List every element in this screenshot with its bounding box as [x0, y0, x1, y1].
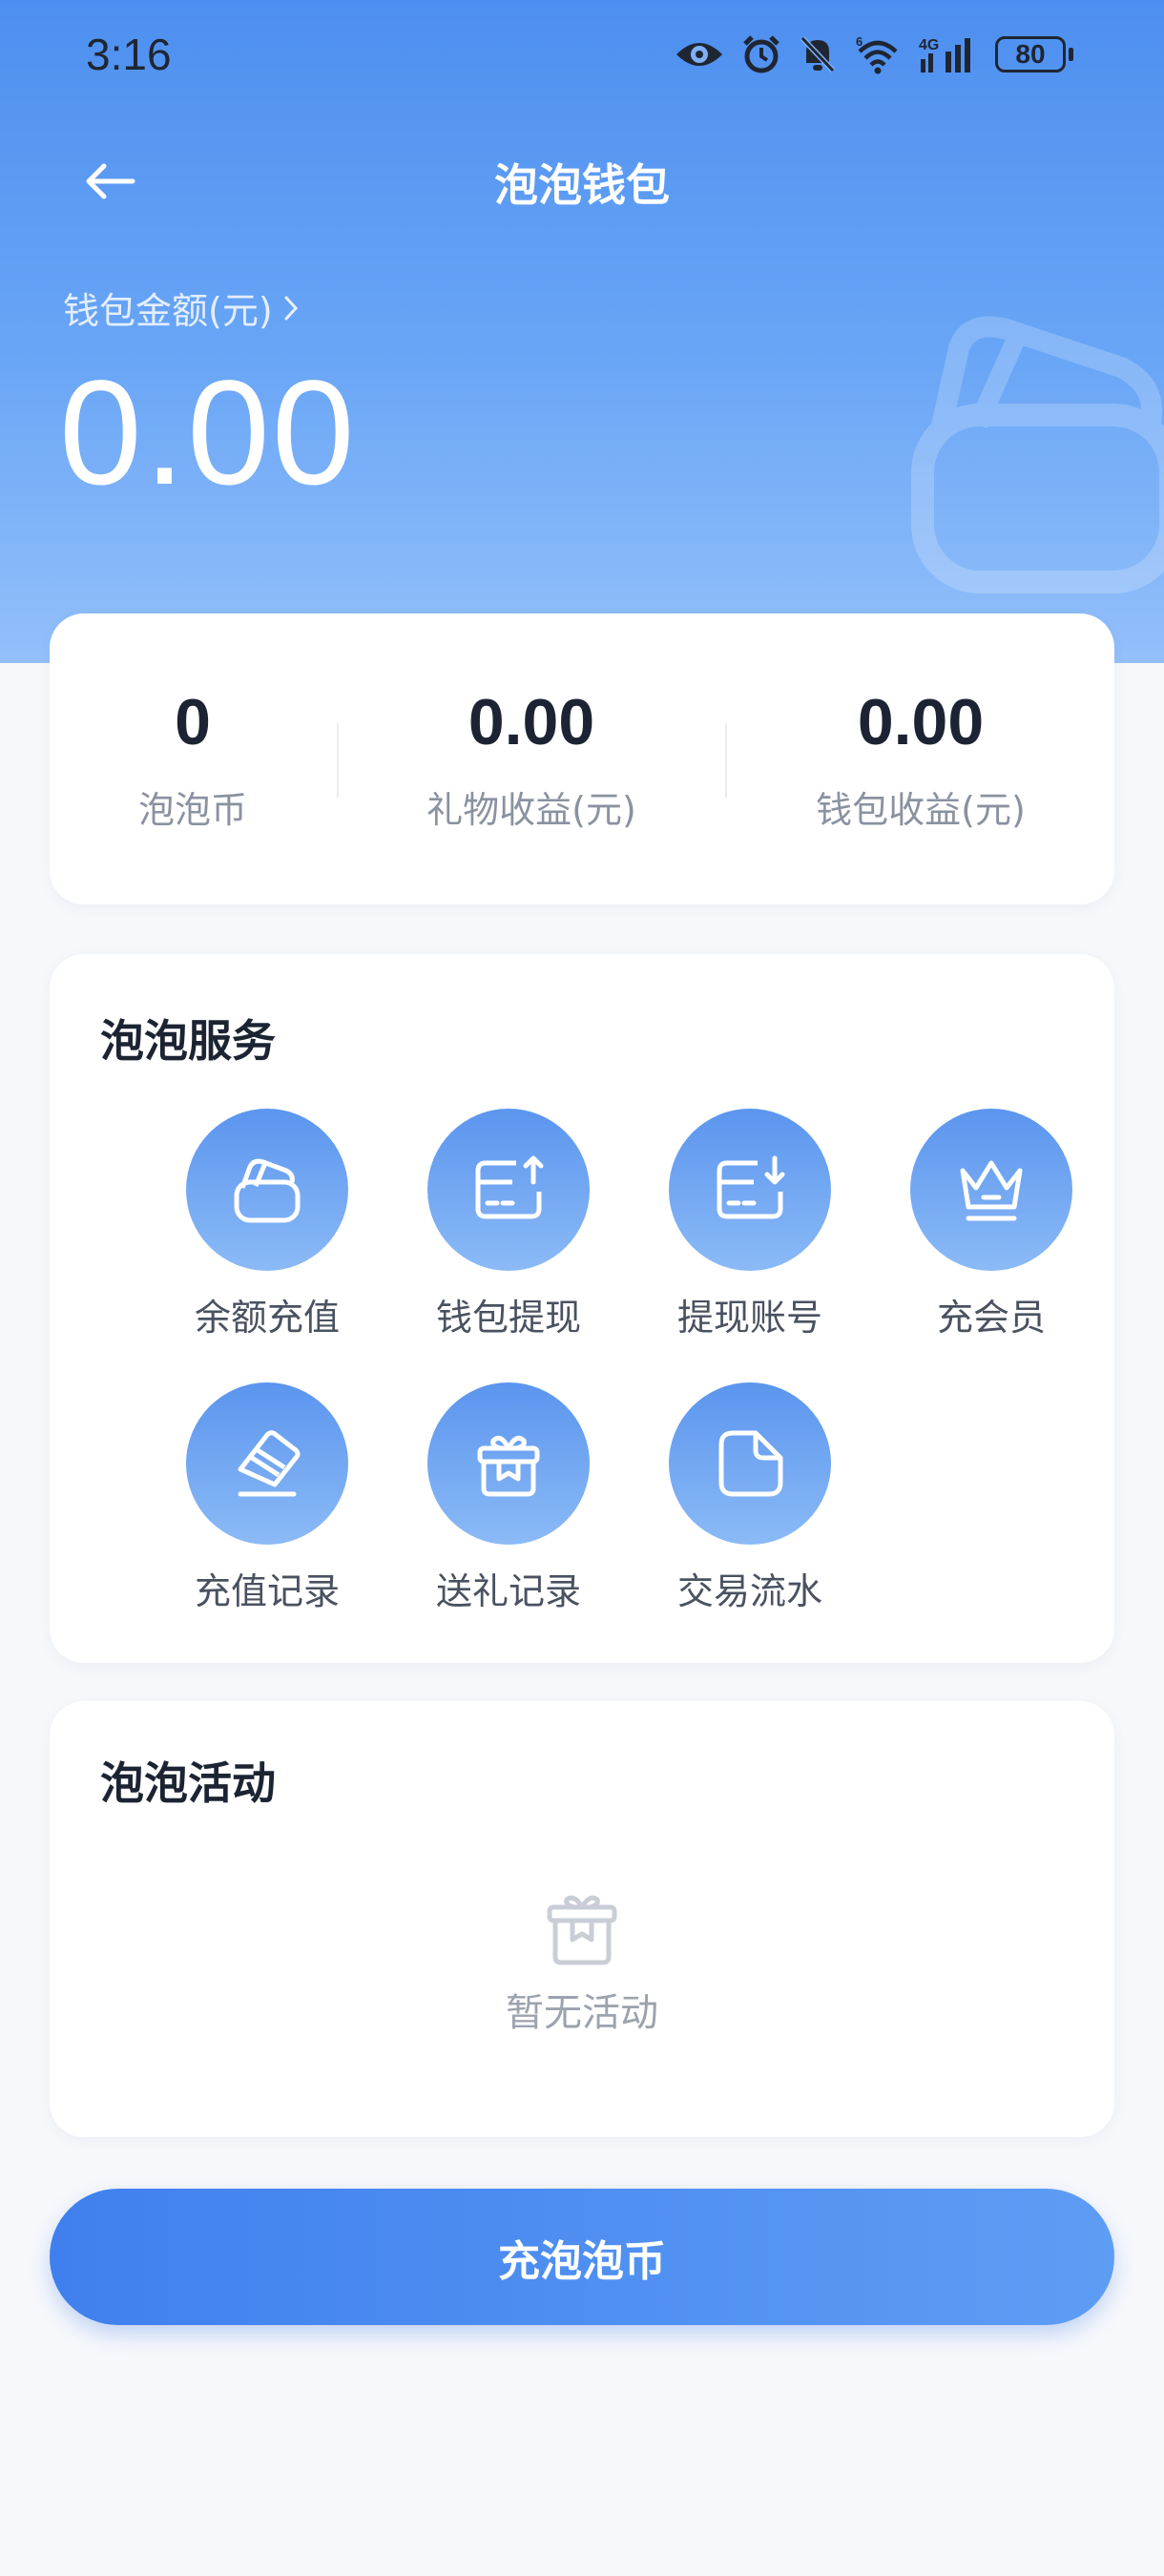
activities-title: 泡泡活动: [100, 1757, 276, 1809]
svg-text:4G: 4G: [919, 37, 939, 53]
battery-level: 80: [995, 36, 1066, 73]
service-label: 充会员: [936, 1297, 1046, 1339]
stat-label: 礼物收益(元): [426, 789, 636, 831]
stat-label: 钱包收益(元): [816, 789, 1026, 831]
empty-label: 暂无活动: [506, 1991, 658, 2035]
stats-card: 0 泡泡币 0.00 礼物收益(元) 0.00 钱包收益(元): [50, 613, 1114, 904]
service-icon-circle: [669, 1109, 831, 1271]
chevron-right-icon: [284, 296, 298, 320]
service-icon-circle: [427, 1382, 590, 1545]
eye-icon: [676, 43, 722, 66]
service-transactions[interactable]: 交易流水: [655, 1382, 845, 1614]
activities-card: 泡泡活动 暂无活动: [50, 1701, 1114, 2137]
service-gift-record[interactable]: 送礼记录: [413, 1382, 604, 1614]
service-label: 提现账号: [676, 1297, 822, 1339]
document-icon: [718, 1430, 783, 1497]
stat-value: 0.00: [468, 686, 595, 758]
signal-4g-icon: 4G: [919, 37, 970, 73]
crown-icon: [960, 1160, 1023, 1221]
service-icon-circle: [186, 1382, 348, 1545]
service-withdraw-account[interactable]: 提现账号: [655, 1109, 845, 1340]
service-icon-circle: [186, 1109, 348, 1271]
service-balance-recharge[interactable]: 余额充值: [172, 1109, 363, 1340]
battery-icon: 80: [995, 36, 1073, 73]
service-wallet-withdraw[interactable]: 钱包提现: [413, 1109, 604, 1340]
bell-off-icon: [800, 35, 836, 73]
service-label: 钱包提现: [435, 1297, 581, 1339]
stat-value: 0.00: [857, 686, 985, 758]
wallet-watermark-icon: [911, 316, 1164, 593]
services-title: 泡泡服务: [100, 1015, 276, 1067]
balance-value: 0.00: [59, 350, 357, 516]
status-time: 3:16: [86, 30, 172, 79]
service-label: 充值记录: [194, 1570, 340, 1612]
stat-label: 泡泡币: [137, 789, 247, 831]
wallet-icon: [234, 1158, 301, 1223]
service-recharge-record[interactable]: 充值记录: [172, 1382, 363, 1614]
status-bar: 3:16 6 4G 80: [0, 0, 1164, 114]
wallet-header: 3:16 6 4G 80 泡泡钱包 钱包金额(元) 0.00: [0, 0, 1164, 663]
card-record-icon: [238, 1430, 301, 1497]
balance-label: 钱包金额(元): [63, 290, 273, 332]
card-download-icon: [717, 1155, 785, 1219]
stat-gift-income[interactable]: 0.00 礼物收益(元): [338, 613, 725, 904]
service-icon-circle: [910, 1109, 1072, 1271]
gift-icon: [477, 1435, 540, 1497]
service-label: 余额充值: [194, 1297, 340, 1339]
stat-bubble-coins[interactable]: 0 泡泡币: [50, 613, 336, 904]
svg-text:6: 6: [856, 34, 863, 49]
service-icon-circle: [427, 1109, 590, 1271]
empty-state: 暂无活动: [50, 1892, 1114, 2037]
service-label: 交易流水: [676, 1570, 822, 1612]
service-membership[interactable]: 充会员: [896, 1109, 1087, 1340]
stat-wallet-income[interactable]: 0.00 钱包收益(元): [727, 613, 1114, 904]
recharge-coins-button[interactable]: 充泡泡币: [50, 2189, 1114, 2325]
status-icons: 6 4G 80: [675, 34, 1073, 74]
alarm-icon: [743, 35, 779, 73]
card-upload-icon: [475, 1155, 544, 1219]
balance-label-link[interactable]: 钱包金额(元): [63, 281, 300, 334]
page-title: 泡泡钱包: [494, 159, 670, 211]
service-label: 送礼记录: [435, 1570, 581, 1612]
service-icon-circle: [669, 1382, 831, 1545]
services-card: 泡泡服务 余额充值 钱包提现 提现账号 充会员 充值记录 送礼记录 交易流水: [50, 954, 1114, 1663]
gift-box-icon: [547, 1895, 617, 1965]
wifi-icon: 6: [856, 34, 898, 74]
stat-value: 0: [175, 686, 211, 758]
